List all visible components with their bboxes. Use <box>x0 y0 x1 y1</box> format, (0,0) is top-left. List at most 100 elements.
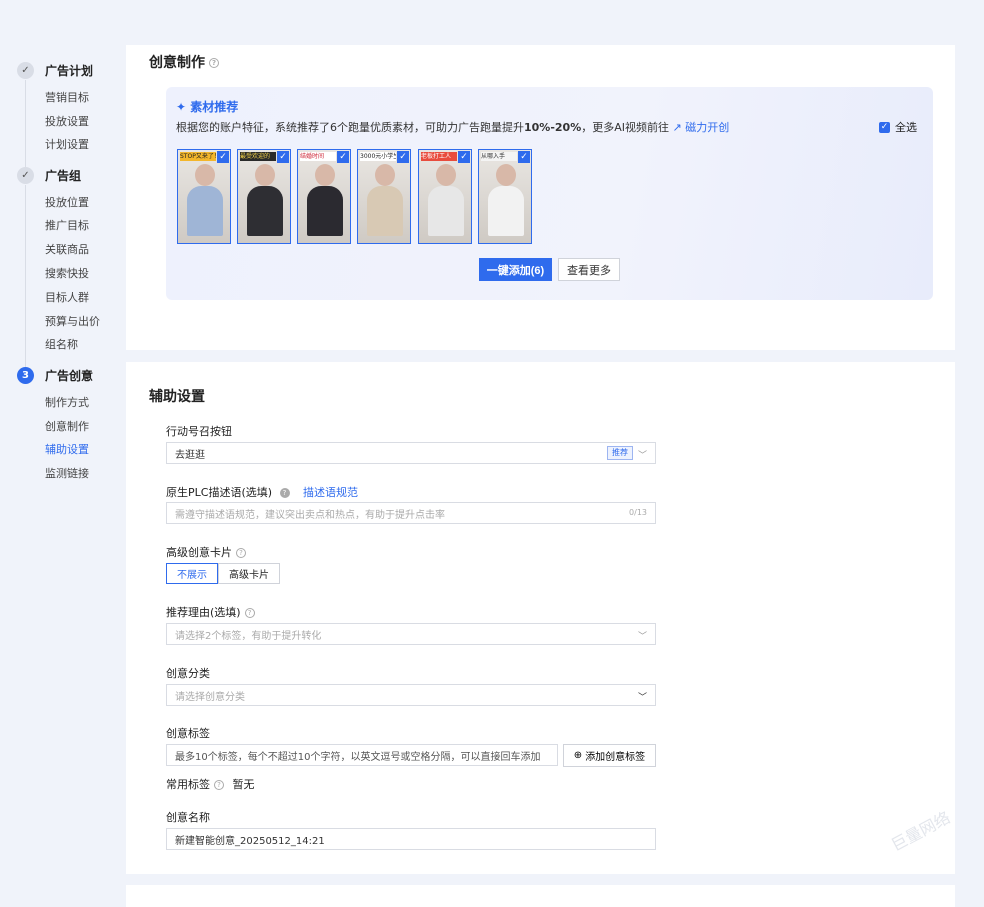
category-label: 创意分类 <box>166 667 210 680</box>
checkbox-icon[interactable]: ✓ <box>277 151 289 163</box>
reason-select[interactable]: 请选择2个标签，有助于提升转化 ﹀ <box>166 623 656 645</box>
person-body <box>367 186 403 236</box>
rec-desc-highlight: 10%-20% <box>524 121 582 134</box>
thumbnail-caption: STOP又来了！ <box>180 152 216 161</box>
aux-settings-card: 辅助设置 行动号召按钮 去逛逛 推荐 ﹀ 原生PLC描述语(选填) ? 描述语规… <box>126 362 955 874</box>
person-body <box>428 186 464 236</box>
sidebar-item-search-boost[interactable]: 搜索快投 <box>45 265 89 281</box>
reason-placeholder: 请选择2个标签，有助于提升转化 <box>175 630 322 642</box>
material-thumbnail[interactable]: 最受欢迎的 ✓ <box>237 149 291 244</box>
step-label: 广告创意 <box>45 369 94 383</box>
checkbox-icon[interactable]: ✓ <box>458 151 470 163</box>
add-all-button[interactable]: 一键添加(6) <box>479 258 552 281</box>
tags-placeholder: 最多10个标签，每个不超过10个字符，以英文逗号或空格分隔，可以直接回车添加 <box>175 751 541 763</box>
step-ad-plan[interactable]: ✓ 广告计划 <box>17 62 93 79</box>
thumbnail-footer <box>429 234 463 242</box>
sidebar-item-placement[interactable]: 投放位置 <box>45 194 89 210</box>
person-head <box>496 164 516 186</box>
sidebar-item-tracking-link[interactable]: 监测链接 <box>45 465 89 481</box>
sidebar-item-aux-settings[interactable]: 辅助设置 <box>45 441 89 457</box>
thumbnail-caption: 从哪入手 <box>481 152 517 161</box>
rec-title: ✦ 素材推荐 <box>176 100 239 114</box>
material-thumbnail[interactable]: 3000元小学生 ✓ <box>357 149 411 244</box>
material-thumbnail[interactable]: 从哪入手 ✓ <box>478 149 532 244</box>
category-select[interactable]: 请选择创意分类 ﹀ <box>166 684 656 706</box>
sidebar-item-delivery-settings[interactable]: 投放设置 <box>45 113 89 129</box>
step-ad-creative[interactable]: 3 广告创意 <box>17 367 93 384</box>
category-placeholder: 请选择创意分类 <box>175 691 245 703</box>
sidebar-item-promotion-goal[interactable]: 推广目标 <box>45 217 89 233</box>
step-label: 广告组 <box>45 169 82 183</box>
recommendation-panel: ✦ 素材推荐 根据您的账户特征，系统推荐了6个跑量优质素材，可助力广告跑量提升1… <box>166 87 933 300</box>
reason-label: 推荐理由(选填) <box>166 606 241 619</box>
step-ad-group[interactable]: ✓ 广告组 <box>17 167 81 184</box>
checkbox-icon[interactable]: ✓ <box>518 151 530 163</box>
thumbnail-caption: 最受欢迎的 <box>240 152 276 161</box>
section-title: 辅助设置 <box>149 389 205 405</box>
checkbox-icon[interactable]: ✓ <box>217 151 229 163</box>
thumbnail-caption: 3000元小学生 <box>360 152 396 161</box>
rec-title-text: 素材推荐 <box>190 100 239 114</box>
material-thumbnail[interactable]: 老板打工人 ✓ <box>418 149 472 244</box>
chevron-down-icon: ﹀ <box>637 632 647 642</box>
person-head <box>436 164 456 186</box>
sidebar-item-creative-production[interactable]: 创意制作 <box>45 418 89 434</box>
card-label-row: 高级创意卡片? <box>166 544 246 560</box>
sidebar-item-creation-method[interactable]: 制作方式 <box>45 394 89 410</box>
help-icon[interactable]: ? <box>244 608 255 618</box>
thumbnail-footer <box>188 234 222 242</box>
person-body <box>187 186 223 236</box>
person-body <box>247 186 283 236</box>
sidebar-item-group-name[interactable]: 组名称 <box>45 336 78 352</box>
thumbnail-footer <box>248 234 282 242</box>
next-section-card <box>126 885 955 907</box>
recommend-badge: 推荐 <box>607 446 633 460</box>
select-all-checkbox[interactable]: ✓ 全选 <box>879 119 917 135</box>
plc-label: 原生PLC描述语(选填) <box>166 486 273 499</box>
plc-description-input[interactable]: 需遵守描述语规范，建议突出卖点和热点，有助于提升点击率 0/13 <box>166 502 656 524</box>
creative-name-input[interactable]: 新建智能创意_20250512_14:21 <box>166 828 656 850</box>
advanced-card-toggle: 不展示 高级卡片 <box>166 563 280 584</box>
ai-video-link[interactable]: 磁力开创 <box>685 121 729 134</box>
check-icon: ✓ <box>17 167 34 184</box>
view-more-button[interactable]: 查看更多 <box>558 258 620 281</box>
common-tags-label: 常用标签 <box>166 778 210 791</box>
card-label: 高级创意卡片 <box>166 546 232 559</box>
checkbox-icon[interactable]: ✓ <box>337 151 349 163</box>
add-tag-button[interactable]: ⊕ 添加创意标签 <box>563 744 656 767</box>
action-button-select[interactable]: 去逛逛 推荐 ﹀ <box>166 442 656 464</box>
plus-circle-icon: ⊕ <box>573 750 583 761</box>
option-advanced-card[interactable]: 高级卡片 <box>218 563 280 584</box>
help-icon[interactable]: ? <box>279 488 290 498</box>
creative-card: 创意制作? ✦ 素材推荐 根据您的账户特征，系统推荐了6个跑量优质素材，可助力广… <box>126 45 955 350</box>
sidebar-item-marketing-goal[interactable]: 营销目标 <box>45 89 89 105</box>
step-number: 3 <box>17 367 34 384</box>
help-icon[interactable]: ? <box>214 780 224 790</box>
person-head <box>315 164 335 186</box>
creative-name-value: 新建智能创意_20250512_14:21 <box>175 835 325 847</box>
sidebar-item-target-audience[interactable]: 目标人群 <box>45 289 89 305</box>
sidebar-item-budget-bid[interactable]: 预算与出价 <box>45 313 100 329</box>
common-tags-value: 暂无 <box>232 778 255 791</box>
help-icon[interactable]: ? <box>236 548 246 558</box>
checkbox-icon[interactable]: ✓ <box>397 151 409 163</box>
step-connector <box>25 80 26 167</box>
material-thumbnail[interactable]: 结婚时间 ✓ <box>297 149 351 244</box>
sidebar-item-plan-settings[interactable]: 计划设置 <box>45 136 89 152</box>
help-icon[interactable]: ? <box>209 58 219 68</box>
section-title: 创意制作? <box>149 52 219 72</box>
plc-label-row: 原生PLC描述语(选填) ? 描述语规范 <box>166 484 358 500</box>
checkbox-icon: ✓ <box>879 121 890 133</box>
option-hide[interactable]: 不展示 <box>166 563 218 584</box>
plc-guideline-link[interactable]: 描述语规范 <box>303 486 358 499</box>
reason-label-row: 推荐理由(选填)? <box>166 604 255 620</box>
sidebar-item-linked-products[interactable]: 关联商品 <box>45 241 89 257</box>
external-link-icon[interactable]: ↗ <box>673 121 682 134</box>
check-icon: ✓ <box>17 62 34 79</box>
tags-label: 创意标签 <box>166 727 210 740</box>
material-thumbnail[interactable]: STOP又来了！ ✓ <box>177 149 231 244</box>
thumbnail-caption: 老板打工人 <box>421 152 457 161</box>
person-head <box>255 164 275 186</box>
name-label: 创意名称 <box>166 811 210 824</box>
tags-input[interactable]: 最多10个标签，每个不超过10个字符，以英文逗号或空格分隔，可以直接回车添加 <box>166 744 558 766</box>
